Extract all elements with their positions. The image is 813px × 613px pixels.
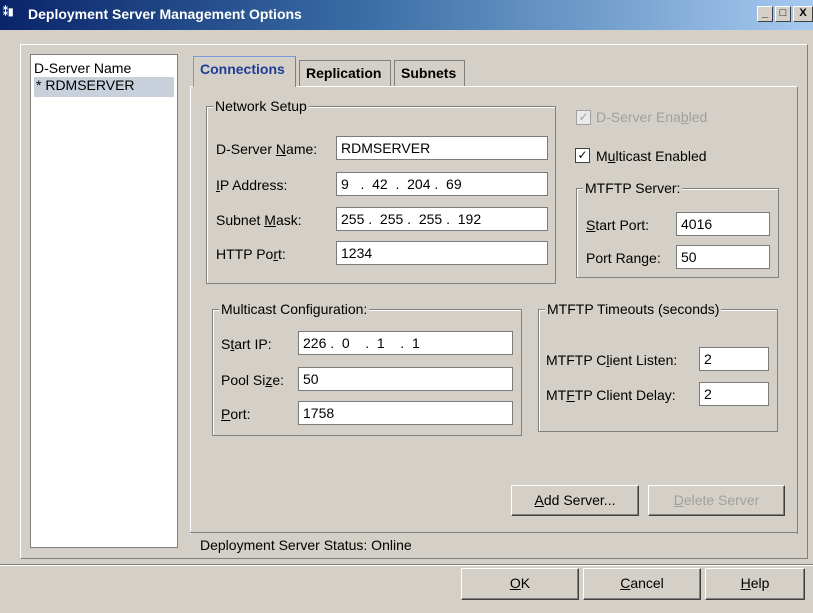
port-range-input[interactable]: 50	[676, 245, 770, 269]
server-list-item[interactable]: * RDMSERVER	[34, 77, 174, 97]
status-divider	[190, 532, 798, 533]
app-icon: ⁑▮	[3, 7, 14, 18]
ip-address-label: IP Address:	[216, 177, 288, 193]
tab-replication[interactable]: Replication	[299, 60, 391, 86]
maximize-button[interactable]: □	[775, 6, 791, 22]
title-bar: ⁑▮ Deployment Server Management Options …	[0, 0, 813, 30]
http-port-label: HTTP Port:	[216, 246, 286, 262]
ip-address-input[interactable]: 9 . 42 . 204 . 69	[336, 172, 548, 196]
client-delay-label: MTFTP Client Delay:	[546, 387, 676, 403]
window-title: Deployment Server Management Options	[28, 6, 302, 22]
client-listen-input[interactable]: 2	[699, 347, 769, 371]
multicast-enabled-label: Multicast Enabled	[596, 148, 707, 164]
mtftp-timeouts-title: MTFTP Timeouts (seconds)	[545, 301, 722, 317]
start-port-label: Start Port:	[586, 217, 650, 233]
dserver-name-label: D-Server Name:	[216, 141, 318, 157]
port-range-label: Port Range:	[586, 250, 661, 266]
subnet-mask-input[interactable]: 255 . 255 . 255 . 192	[336, 207, 548, 231]
multicast-config-title: Multicast Configuration:	[219, 301, 370, 317]
cancel-button[interactable]: Cancel	[583, 568, 701, 600]
pool-size-label: Pool Size:	[221, 372, 285, 388]
network-setup-title: Network Setup	[213, 98, 309, 114]
pool-size-input[interactable]: 50	[298, 367, 513, 391]
tab-subnets[interactable]: Subnets	[394, 60, 465, 86]
http-port-input[interactable]: 1234	[336, 241, 548, 265]
multicast-enabled-checkbox[interactable]: ✓	[575, 148, 590, 163]
server-status: Deployment Server Status: Online	[200, 537, 412, 553]
client-listen-label: MTFTP Client Listen:	[546, 352, 678, 368]
dserver-enabled-checkbox[interactable]: ✓	[576, 110, 591, 125]
server-list[interactable]: D-Server Name * RDMSERVER	[30, 54, 178, 548]
bottom-separator	[0, 564, 813, 566]
subnet-mask-label: Subnet Mask:	[216, 212, 302, 228]
multicast-port-label: Port:	[221, 406, 251, 422]
dserver-enabled-label: D-Server Enabled	[596, 109, 708, 125]
close-button[interactable]: X	[793, 6, 813, 22]
add-server-button[interactable]: Add Server...	[511, 485, 639, 516]
ok-button[interactable]: OK	[461, 568, 579, 600]
minimize-button[interactable]: _	[757, 6, 773, 22]
help-button[interactable]: Help	[705, 568, 805, 600]
multicast-port-input[interactable]: 1758	[298, 401, 513, 425]
dserver-name-input[interactable]: RDMSERVER	[336, 136, 548, 160]
tab-connections[interactable]: Connections	[193, 56, 296, 87]
client-delay-input[interactable]: 2	[699, 382, 769, 406]
start-port-input[interactable]: 4016	[676, 212, 770, 236]
mtftp-server-title: MTFTP Server:	[583, 180, 683, 196]
delete-server-button[interactable]: Delete Server	[648, 485, 785, 516]
start-ip-input[interactable]: 226 . 0 . 1 . 1	[298, 331, 513, 355]
start-ip-label: Start IP:	[221, 336, 272, 352]
server-list-header: D-Server Name	[34, 60, 132, 76]
